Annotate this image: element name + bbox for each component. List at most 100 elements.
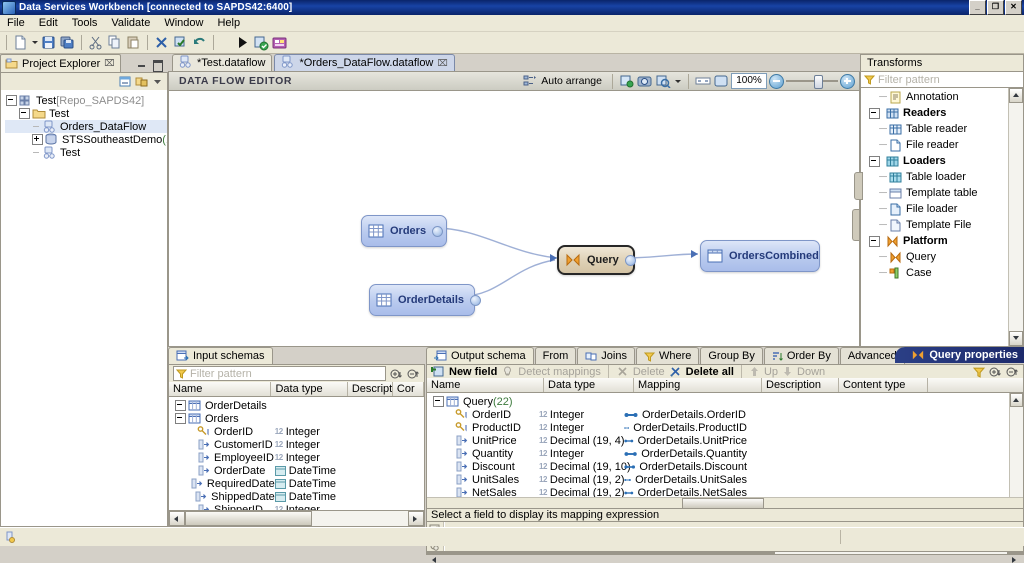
tree-item-test[interactable]: Test — [5, 107, 167, 120]
collapse-all-icon[interactable] — [118, 75, 132, 88]
expand-all-icon[interactable] — [989, 366, 1002, 378]
link-editor-icon[interactable] — [135, 75, 149, 88]
transform-item-template-file[interactable]: ─Template File — [861, 217, 1008, 233]
expand-all-icon[interactable] — [390, 368, 403, 380]
save-all-icon[interactable] — [59, 34, 76, 51]
close-icon[interactable]: ⌧ — [437, 58, 447, 69]
transforms-scrollbar[interactable] — [1008, 88, 1023, 346]
column-header-content-type[interactable]: Cor — [393, 382, 424, 396]
table-row[interactable]: Discount12Decimal (19, 10)OrderDetails.D… — [427, 460, 1023, 473]
tree-item-orders-dataflow[interactable]: Orders_DataFlow — [5, 120, 167, 133]
transforms-tree[interactable]: ─AnnotationReaders─Table reader─File rea… — [860, 88, 1024, 347]
zoom-out-icon[interactable] — [769, 74, 784, 89]
scroll-right-button[interactable] — [408, 511, 424, 526]
column-header-description[interactable]: Description — [348, 382, 393, 396]
table-row[interactable]: RequiredDateDateTime — [169, 477, 424, 490]
tab-output-schema[interactable]: Output schema — [426, 347, 534, 364]
validate-icon[interactable] — [172, 34, 189, 51]
menu-item-help[interactable]: Help — [210, 16, 247, 30]
node-orderdetails[interactable]: OrderDetails — [369, 284, 475, 316]
close-button[interactable]: ✕ — [1005, 0, 1022, 15]
tree-item-test[interactable]: Test — [5, 146, 167, 159]
paste-icon[interactable] — [125, 34, 142, 51]
tab-from[interactable]: From — [535, 347, 577, 364]
editor-tab-0[interactable]: *Test.dataflow — [172, 54, 272, 71]
scroll-thumb[interactable] — [443, 552, 775, 554]
table-row[interactable]: UnitSales12Decimal (19, 2)OrderDetails.U… — [427, 473, 1023, 486]
save-icon[interactable] — [40, 34, 57, 51]
output-vertical-scrollbar[interactable] — [1009, 393, 1023, 508]
cut-icon[interactable] — [87, 34, 104, 51]
output-panel-horizontal-scrollbar[interactable] — [426, 552, 1024, 555]
new-field-icon[interactable] — [431, 365, 445, 378]
transform-item-loaders[interactable]: Loaders — [861, 153, 1008, 169]
tree-item-stssoutheastdemo[interactable]: STSSoutheastDemo (10) Mic — [5, 133, 167, 146]
new-dropdown-arrow[interactable] — [30, 34, 39, 51]
transform-item-case[interactable]: ─Case — [861, 265, 1008, 281]
undo-icon[interactable] — [191, 34, 208, 51]
canvas-collapse-handle[interactable] — [852, 209, 859, 241]
column-header-name[interactable]: Name — [427, 378, 544, 392]
scroll-down-button[interactable] — [1009, 331, 1023, 346]
scroll-track[interactable] — [312, 511, 408, 526]
node-orders[interactable]: Orders — [361, 215, 447, 247]
delete-all-icon[interactable] — [669, 365, 682, 378]
transform-item-file-loader[interactable]: ─File loader — [861, 201, 1008, 217]
node-orderscombined[interactable]: OrdersCombined — [700, 240, 820, 272]
scroll-thumb[interactable] — [682, 498, 764, 509]
view-data-icon[interactable] — [655, 74, 671, 88]
table-row[interactable]: ShipperID12Integer — [169, 503, 424, 511]
tab-joins[interactable]: Joins — [577, 347, 635, 364]
tree-expand-toggle[interactable] — [32, 134, 43, 145]
tab-project-explorer[interactable]: Project Explorer ⌧ — [0, 54, 121, 72]
tree-collapse-toggle[interactable] — [6, 95, 17, 106]
table-row[interactable]: OrderDateDateTime — [169, 464, 424, 477]
transforms-collapse-handle[interactable] — [854, 172, 863, 200]
transform-item-annotation[interactable]: ─Annotation — [861, 89, 1008, 105]
tab-where[interactable]: Where — [636, 347, 699, 364]
output-horizontal-scrollbar[interactable] — [427, 497, 1023, 508]
zoom-slider[interactable] — [786, 74, 838, 88]
central-repo-icon[interactable] — [271, 34, 288, 51]
transform-group-toggle[interactable] — [869, 108, 880, 119]
table-row[interactable]: EmployeeID12Integer — [169, 451, 424, 464]
transform-group-toggle[interactable] — [869, 156, 880, 167]
scroll-track[interactable] — [775, 552, 1007, 554]
project-explorer-tree[interactable]: Test [Repo_SAPDS42]TestOrders_DataFlowST… — [0, 90, 168, 527]
auto-arrange-icon[interactable] — [523, 74, 538, 88]
close-icon[interactable]: ⌧ — [104, 58, 114, 69]
input-schema-grid[interactable]: OrderDetailsOrdersOrderID12IntegerCustom… — [168, 397, 425, 511]
delete-icon[interactable] — [153, 34, 170, 51]
input-horizontal-scrollbar[interactable] — [168, 511, 425, 527]
table-row[interactable]: OrderDetails — [169, 399, 424, 412]
editor-tab-1[interactable]: *Orders_DataFlow.dataflow⌧ — [274, 54, 454, 71]
scroll-up-button[interactable] — [1009, 88, 1023, 103]
new-icon[interactable] — [12, 34, 29, 51]
table-row[interactable]: Orders — [169, 412, 424, 425]
tree-item-test[interactable]: Test [Repo_SAPDS42] — [5, 94, 167, 107]
menu-item-window[interactable]: Window — [157, 16, 210, 30]
row-toggle[interactable] — [175, 400, 186, 411]
row-toggle[interactable] — [433, 396, 444, 407]
screenshot-icon[interactable] — [637, 74, 653, 88]
collapse-all-icon[interactable] — [1006, 366, 1019, 378]
scroll-left-button[interactable] — [169, 511, 185, 526]
scroll-track[interactable] — [1009, 103, 1023, 331]
execute-icon[interactable] — [252, 34, 269, 51]
query-properties-tab[interactable]: Query properties — [895, 347, 1024, 363]
auto-arrange-label[interactable]: Auto arrange — [540, 75, 606, 87]
chevron-down-icon[interactable] — [673, 73, 682, 90]
node-orders-port[interactable] — [432, 226, 443, 237]
table-row[interactable]: OrderID12Integer — [169, 425, 424, 438]
maximize-panel-button[interactable] — [151, 59, 164, 70]
dataflow-canvas[interactable]: Orders OrderDetails Query OrdersCombined — [168, 91, 860, 347]
transform-item-template-table[interactable]: ─Template table — [861, 185, 1008, 201]
column-header-content-type[interactable]: Content type — [839, 378, 928, 392]
restore-button[interactable]: ❐ — [987, 0, 1004, 15]
scroll-thumb[interactable] — [185, 511, 312, 526]
node-query[interactable]: Query — [557, 245, 635, 275]
view-menu-icon[interactable] — [152, 75, 163, 88]
table-row[interactable]: Quantity12IntegerOrderDetails.Quantity — [427, 447, 1023, 460]
table-row[interactable]: OrderID12IntegerOrderDetails.OrderID — [427, 408, 1023, 421]
scroll-up-button[interactable] — [1010, 393, 1023, 407]
